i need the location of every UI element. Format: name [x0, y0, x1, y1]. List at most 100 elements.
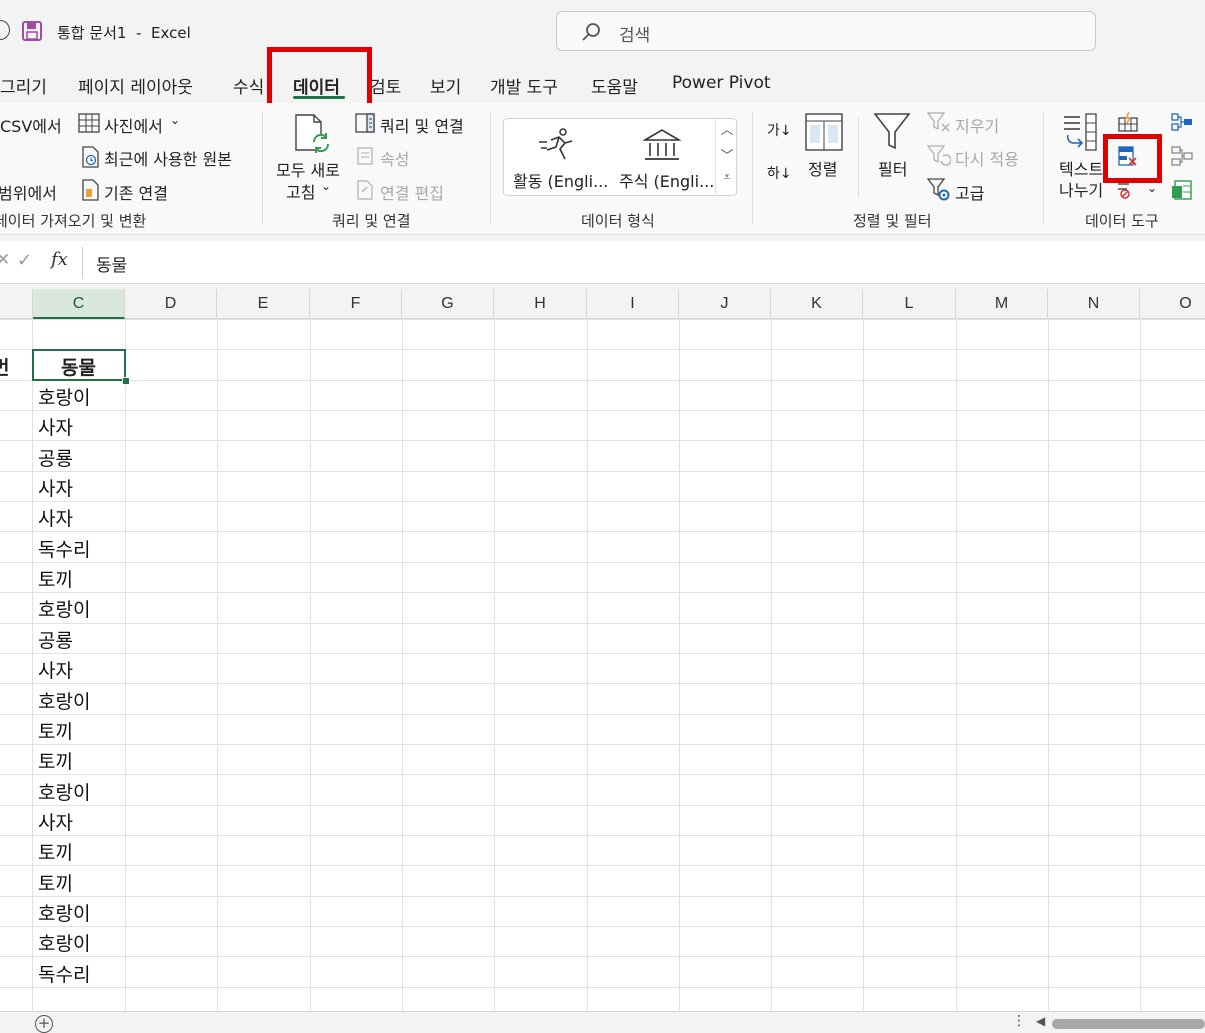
- column-header-k[interactable]: K: [771, 289, 863, 319]
- column-header-b[interactable]: [0, 289, 33, 319]
- cell-c12: 사자: [38, 660, 73, 683]
- fill-handle[interactable]: [122, 377, 130, 385]
- relationships-icon[interactable]: [1171, 146, 1193, 170]
- recent-sources-button[interactable]: 최근에 사용한 원본: [104, 146, 232, 170]
- document-title: 통합 문서1 - Excel: [57, 24, 191, 42]
- properties-button[interactable]: 속성: [380, 146, 409, 170]
- advanced-button[interactable]: 고급: [955, 180, 984, 204]
- gridline: [0, 592, 1205, 594]
- clear-button[interactable]: 지우기: [955, 113, 999, 137]
- search-icon: [582, 23, 600, 41]
- column-header-c[interactable]: C: [33, 289, 125, 319]
- save-icon[interactable]: [22, 21, 42, 45]
- horizontal-scrollbar-thumb[interactable]: [1052, 1019, 1205, 1029]
- column-header-h[interactable]: H: [494, 289, 587, 319]
- column-header-n[interactable]: N: [1048, 289, 1140, 319]
- manage-data-model-icon[interactable]: [1171, 179, 1193, 205]
- from-range-button[interactable]: 범위에서: [0, 180, 57, 204]
- sort-descending-button[interactable]: 하↓: [767, 163, 792, 183]
- add-sheet-icon[interactable]: +: [35, 1015, 53, 1033]
- tab-draw[interactable]: 그리기: [0, 73, 47, 98]
- sort-ascending-button[interactable]: 가↓: [767, 120, 792, 140]
- queries-connections-button[interactable]: 쿼리 및 연결: [380, 113, 464, 137]
- cell-c5: 공룡: [38, 447, 73, 470]
- from-csv-button[interactable]: CSV에서: [0, 113, 62, 137]
- scroll-left-icon[interactable]: ◀: [1036, 1014, 1045, 1028]
- column-header-g[interactable]: G: [402, 289, 494, 319]
- enter-checkmark-icon[interactable]: ✓: [17, 250, 32, 271]
- gridline: [0, 470, 1205, 472]
- tab-power-pivot[interactable]: Power Pivot: [672, 73, 771, 93]
- gallery-scroll-down-icon[interactable]: ﹀: [715, 145, 738, 169]
- text-to-columns-label-2[interactable]: 나누기: [1059, 177, 1103, 201]
- data-type-activity[interactable]: 활동 (Engli...: [513, 168, 608, 192]
- worksheet-grid[interactable]: [0, 289, 1205, 1011]
- search-box[interactable]: 검색: [556, 11, 1096, 51]
- group-separator: [262, 112, 263, 224]
- gridline: [0, 440, 1205, 442]
- edit-links-button[interactable]: 연결 편집: [380, 180, 444, 204]
- gridline: [863, 319, 864, 1011]
- gridline: [1140, 319, 1141, 1011]
- formula-input[interactable]: [82, 247, 1205, 279]
- gridline: [0, 622, 1205, 624]
- column-header-l[interactable]: L: [863, 289, 956, 319]
- gridline: [0, 743, 1205, 745]
- sort-button[interactable]: 정렬: [808, 156, 837, 180]
- column-header-e[interactable]: E: [217, 289, 310, 319]
- group-separator: [490, 112, 491, 224]
- tab-review[interactable]: 검토: [370, 73, 401, 98]
- column-header-m[interactable]: M: [956, 289, 1048, 319]
- data-validation-icon[interactable]: [1117, 180, 1139, 204]
- active-cell-selection[interactable]: [32, 349, 126, 381]
- filter-button[interactable]: 필터: [878, 156, 907, 180]
- gridline: [0, 713, 1205, 715]
- chevron-down-icon[interactable]: ⌄: [170, 113, 180, 127]
- tab-developer[interactable]: 개발 도구: [490, 73, 558, 98]
- gridline: [1048, 319, 1049, 1011]
- gridline: [0, 865, 1205, 867]
- column-header-o[interactable]: O: [1140, 289, 1205, 319]
- column-header-j[interactable]: J: [679, 289, 771, 319]
- group-label-data-tools: 데이터 도구: [1085, 212, 1159, 230]
- cell-c19: 토끼: [38, 872, 73, 895]
- group-separator: [1043, 112, 1044, 224]
- gallery-scroll-up-icon[interactable]: ︿: [715, 119, 738, 143]
- gridline: [0, 379, 1205, 381]
- tab-help[interactable]: 도움말: [591, 73, 638, 98]
- group-label-sort-filter: 정렬 및 필터: [853, 212, 932, 230]
- advanced-filter-icon: [926, 178, 951, 206]
- data-type-stocks[interactable]: 주식 (Engli...: [619, 168, 714, 192]
- more-options-icon[interactable]: ⋮: [1012, 1013, 1026, 1029]
- refresh-all-icon: [292, 113, 332, 159]
- text-to-columns-icon: [1060, 113, 1104, 157]
- column-header-f[interactable]: F: [310, 289, 402, 319]
- group-label-data-types: 데이터 형식: [581, 212, 655, 230]
- from-picture-button[interactable]: 사진에서: [104, 113, 163, 137]
- gridline: [402, 319, 403, 1011]
- reapply-button[interactable]: 다시 적용: [955, 146, 1019, 170]
- flash-fill-icon[interactable]: [1117, 111, 1139, 136]
- consolidate-icon[interactable]: [1171, 113, 1193, 135]
- sort-icon: [805, 113, 843, 155]
- gridline: [0, 804, 1205, 806]
- tab-formulas[interactable]: 수식: [233, 73, 264, 98]
- insert-function-button[interactable]: fx: [51, 249, 68, 270]
- reapply-icon: [926, 145, 952, 171]
- gallery-more-icon[interactable]: ⩡: [715, 170, 738, 194]
- cell-c18: 토끼: [38, 842, 73, 865]
- column-header-i[interactable]: I: [587, 289, 679, 319]
- cell-c13: 호랑이: [38, 690, 91, 713]
- cell-c11: 공룡: [38, 629, 73, 652]
- tab-view[interactable]: 보기: [430, 73, 461, 98]
- tab-page-layout[interactable]: 페이지 레이아웃: [78, 73, 193, 98]
- column-header-d[interactable]: D: [125, 289, 217, 319]
- existing-connections-button[interactable]: 기존 연결: [104, 180, 168, 204]
- refresh-all-label-1[interactable]: 모두 새로: [276, 157, 340, 181]
- refresh-all-label-2[interactable]: 고침: [286, 179, 315, 203]
- chevron-down-icon[interactable]: ⌄: [321, 179, 331, 193]
- cancel-icon[interactable]: ✕: [0, 250, 10, 270]
- clear-filter-icon: [926, 112, 951, 138]
- chevron-down-icon[interactable]: ⌄: [1147, 181, 1157, 195]
- edit-links-icon: [357, 180, 373, 204]
